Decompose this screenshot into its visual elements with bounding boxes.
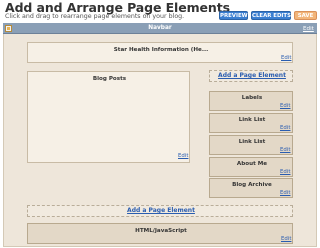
sidebar-item-blog-archive[interactable]: Blog Archive Edit bbox=[209, 178, 293, 198]
sidebar-item-edit-link[interactable]: Edit bbox=[280, 147, 290, 153]
blog-posts-gadget[interactable]: Blog Posts Edit bbox=[27, 71, 190, 163]
blogger-icon bbox=[5, 25, 12, 32]
sidebar-add-element-box[interactable]: Add a Page Element bbox=[209, 70, 293, 82]
sidebar-item-link-list[interactable]: Link List Edit bbox=[209, 113, 293, 133]
save-button[interactable]: SAVE bbox=[294, 11, 317, 20]
page-subtitle: Click and drag to rearrange page element… bbox=[5, 13, 185, 20]
header-gadget[interactable]: Star Health Information (He... Edit bbox=[27, 42, 293, 63]
header-gadget-title: Star Health Information (He... bbox=[113, 47, 209, 53]
header-gadget-edit-link[interactable]: Edit bbox=[281, 55, 291, 61]
sidebar-item-link-list-2[interactable]: Link List Edit bbox=[209, 135, 293, 155]
main-add-element-link[interactable]: Add a Page Element bbox=[28, 207, 294, 214]
clear-edits-button[interactable]: CLEAR EDITS bbox=[251, 11, 291, 20]
sidebar-item-about-me[interactable]: About Me Edit bbox=[209, 157, 293, 177]
sidebar-add-element-link[interactable]: Add a Page Element bbox=[210, 72, 294, 79]
main-add-element-box[interactable]: Add a Page Element bbox=[27, 205, 293, 217]
sidebar-item-title: Labels bbox=[241, 95, 263, 101]
footer-gadget-html-javascript[interactable]: HTML/JavaScript Edit bbox=[27, 223, 293, 244]
sidebar-item-edit-link[interactable]: Edit bbox=[280, 190, 290, 196]
sidebar-item-title: Link List bbox=[238, 117, 266, 123]
sidebar-item-edit-link[interactable]: Edit bbox=[280, 169, 290, 175]
sidebar-item-edit-link[interactable]: Edit bbox=[280, 125, 290, 131]
sidebar-item-edit-link[interactable]: Edit bbox=[280, 103, 290, 109]
navbar-gadget[interactable]: Navbar bbox=[3, 23, 317, 34]
footer-gadget-title: HTML/JavaScript bbox=[135, 228, 187, 234]
blog-posts-title: Blog Posts bbox=[92, 76, 127, 82]
navbar-edit-link[interactable]: Edit bbox=[303, 26, 314, 32]
preview-button[interactable]: PREVIEW bbox=[219, 11, 248, 20]
sidebar-item-title: Blog Archive bbox=[232, 182, 272, 188]
footer-gadget-edit-link[interactable]: Edit bbox=[281, 236, 291, 242]
navbar-title: Navbar bbox=[148, 25, 172, 31]
sidebar-item-title: Link List bbox=[238, 139, 266, 145]
sidebar-item-title: About Me bbox=[236, 161, 268, 167]
sidebar-item-labels[interactable]: Labels Edit bbox=[209, 91, 293, 111]
blog-posts-edit-link[interactable]: Edit bbox=[178, 153, 188, 159]
